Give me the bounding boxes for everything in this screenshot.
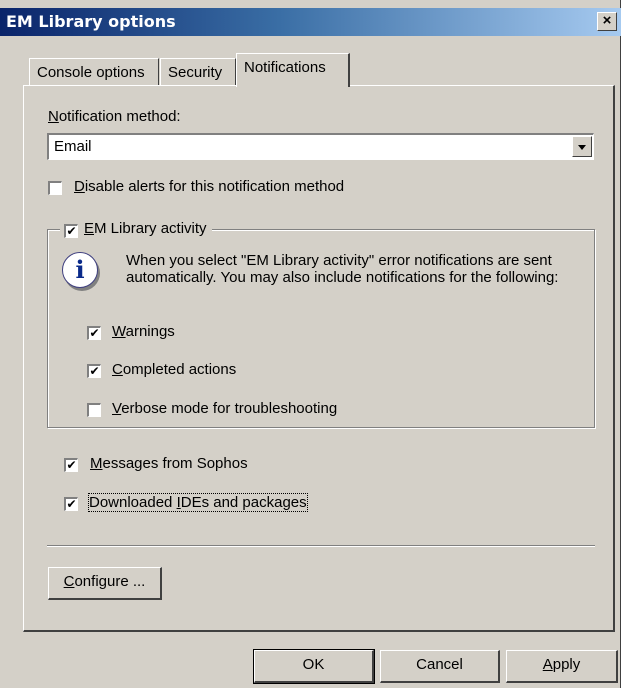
tab-label: Notifications <box>244 59 326 76</box>
disable-alerts-checkbox[interactable] <box>48 181 62 195</box>
tab-label: Console options <box>37 64 145 81</box>
notification-method-value: Email <box>54 138 92 155</box>
configure-button[interactable]: Configure ... <box>48 567 162 600</box>
em-library-activity-label[interactable]: EM Library activity <box>84 220 207 237</box>
separator <box>47 545 595 547</box>
em-library-activity-legend[interactable]: ✔ EM Library activity <box>60 220 212 240</box>
messages-from-sophos-checkbox[interactable]: ✔ <box>64 458 78 472</box>
completed-actions-label[interactable]: Completed actions <box>112 361 236 378</box>
notification-method-label: Notification method: <box>48 108 181 125</box>
messages-from-sophos-label[interactable]: Messages from Sophos <box>90 455 248 472</box>
ok-button[interactable]: OK <box>253 649 375 684</box>
info-icon: i <box>62 252 98 288</box>
info-text: When you select "EM Library activity" er… <box>126 252 559 286</box>
tab-security[interactable]: Security <box>160 58 236 86</box>
title-bar[interactable]: EM Library options × <box>0 8 621 36</box>
apply-button[interactable]: Apply <box>506 650 618 683</box>
em-library-activity-checkbox[interactable]: ✔ <box>64 224 78 238</box>
warnings-label[interactable]: Warnings <box>112 323 175 340</box>
chevron-down-icon[interactable] <box>572 136 592 157</box>
cancel-button[interactable]: Cancel <box>380 650 500 683</box>
verbose-mode-checkbox[interactable] <box>87 403 101 417</box>
window-title: EM Library options <box>6 12 176 31</box>
notification-method-select[interactable]: Email <box>47 133 594 160</box>
warnings-checkbox[interactable]: ✔ <box>87 326 101 340</box>
downloaded-ides-label[interactable]: Downloaded IDEs and packages <box>88 493 308 512</box>
tab-label: Security <box>168 64 223 81</box>
tab-console-options[interactable]: Console options <box>29 58 159 86</box>
dialog-window: EM Library options × Console options Sec… <box>0 0 621 688</box>
tab-notifications[interactable]: Notifications <box>236 53 350 87</box>
disable-alerts-label[interactable]: Disable alerts for this notification met… <box>74 178 344 195</box>
downloaded-ides-checkbox[interactable]: ✔ <box>64 497 78 511</box>
close-icon: × <box>602 12 612 29</box>
completed-actions-checkbox[interactable]: ✔ <box>87 364 101 378</box>
verbose-mode-label[interactable]: Verbose mode for troubleshooting <box>112 400 337 417</box>
close-button[interactable]: × <box>597 12 617 31</box>
